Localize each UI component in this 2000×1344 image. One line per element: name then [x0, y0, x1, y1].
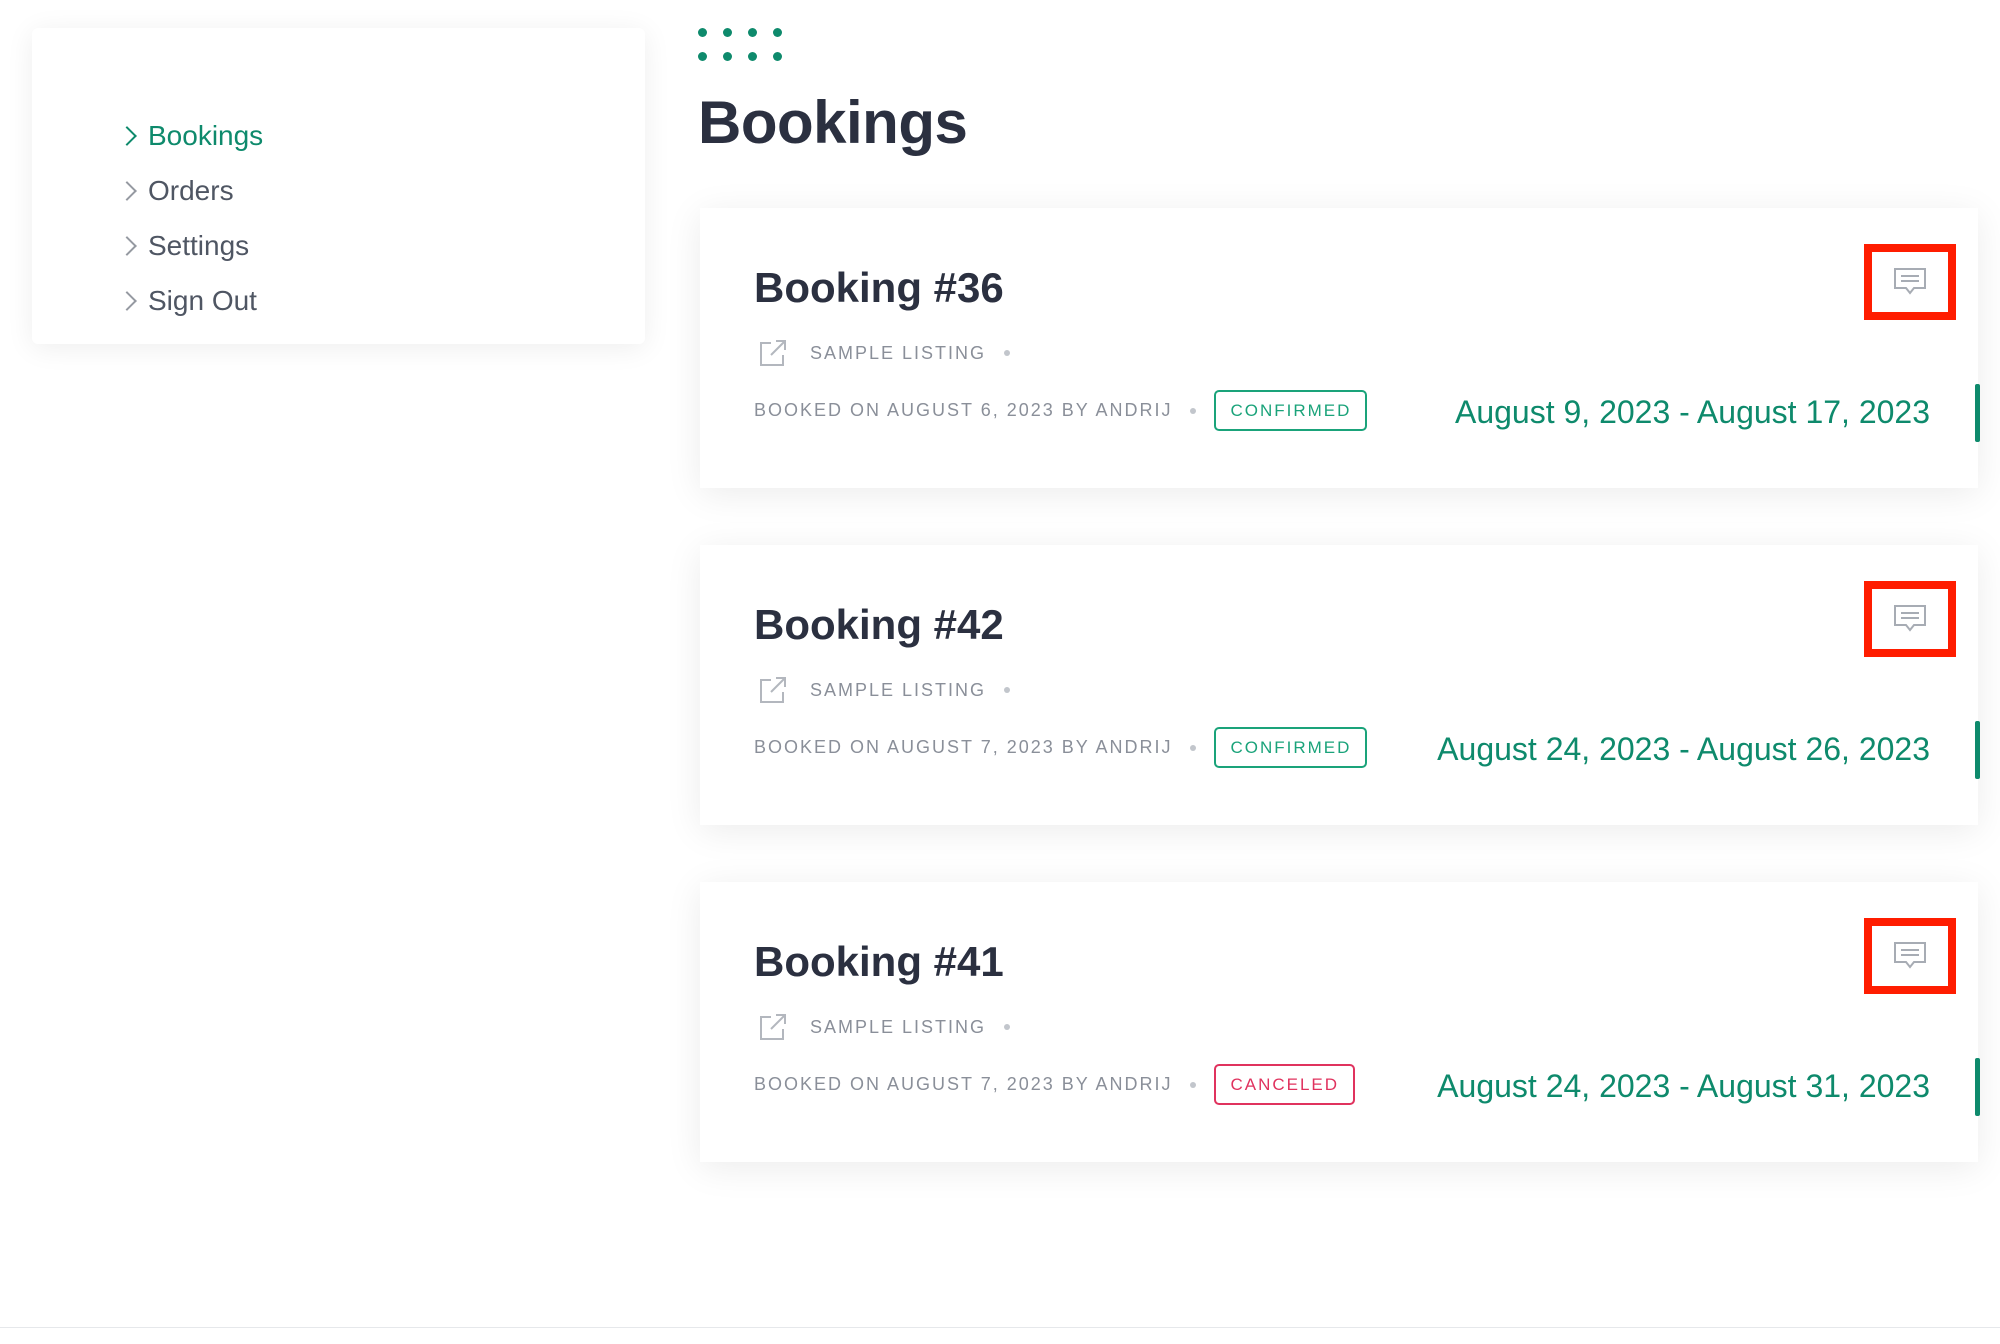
accent-bar — [1975, 721, 1980, 779]
page: Bookings Orders Settings Sign Out Bookin… — [0, 0, 2000, 1344]
booking-title: Booking #36 — [754, 264, 1004, 311]
booked-on-text: BOOKED ON AUGUST 6, 2023 BY ANDRIJ — [754, 400, 1173, 420]
sidebar-item-bookings[interactable]: Bookings — [117, 108, 264, 163]
message-icon — [1894, 942, 1926, 969]
sidebar-item-label: Sign Out — [148, 284, 257, 316]
status-badge: CANCELED — [1214, 1064, 1356, 1105]
accent-bar — [1975, 384, 1980, 442]
status-badge: CONFIRMED — [1214, 390, 1368, 431]
booking-meta: BOOKED ON AUGUST 7, 2023 BY ANDRIJ CANCE… — [754, 1064, 1356, 1105]
message-button[interactable] — [1864, 581, 1956, 657]
external-link-icon[interactable] — [758, 338, 788, 368]
separator-dot — [1004, 687, 1011, 693]
booking-meta: BOOKED ON AUGUST 6, 2023 BY ANDRIJ CONFI… — [754, 390, 1368, 431]
chevron-right-icon — [117, 125, 137, 146]
booking-card: Booking #41 SAMPLE LISTING BOOKED ON AUG… — [700, 882, 1980, 1162]
page-title: Bookings — [698, 89, 968, 156]
footer-divider — [0, 1327, 2000, 1328]
date-range: August 24, 2023 - August 31, 2023 — [1437, 1068, 1930, 1104]
chevron-right-icon — [117, 180, 137, 201]
status-badge: CONFIRMED — [1214, 727, 1368, 768]
chevron-right-icon — [117, 290, 137, 311]
separator-dot — [1004, 1024, 1011, 1030]
listing-row: SAMPLE LISTING — [758, 675, 1028, 705]
decorative-dots — [698, 28, 782, 64]
sidebar-item-settings[interactable]: Settings — [117, 218, 263, 273]
external-link-icon[interactable] — [758, 1012, 788, 1042]
date-range: August 9, 2023 - August 17, 2023 — [1454, 394, 1930, 430]
chevron-right-icon — [117, 235, 137, 256]
date-range: August 24, 2023 - August 26, 2023 — [1437, 731, 1930, 767]
listing-link[interactable]: SAMPLE LISTING — [810, 343, 986, 364]
listing-link[interactable]: SAMPLE LISTING — [810, 680, 986, 701]
accent-bar — [1975, 1058, 1980, 1116]
booking-card: Booking #36 SAMPLE LISTING BOOKED ON AUG… — [700, 208, 1980, 488]
separator-dot — [1190, 744, 1197, 751]
sidebar-menu: Bookings Orders Settings Sign Out — [117, 108, 264, 328]
booked-on-text: BOOKED ON AUGUST 7, 2023 BY ANDRIJ — [754, 1074, 1173, 1094]
message-button[interactable] — [1864, 244, 1956, 320]
message-button[interactable] — [1864, 918, 1956, 994]
message-icon — [1894, 605, 1926, 632]
booking-meta: BOOKED ON AUGUST 7, 2023 BY ANDRIJ CONFI… — [754, 727, 1368, 768]
listing-link[interactable]: SAMPLE LISTING — [810, 1017, 986, 1038]
external-link-icon[interactable] — [758, 675, 788, 705]
separator-dot — [1190, 407, 1197, 414]
sidebar-item-label: Bookings — [148, 119, 264, 151]
sidebar-item-orders[interactable]: Orders — [117, 163, 263, 218]
booking-title: Booking #42 — [754, 601, 1004, 648]
booking-title: Booking #41 — [754, 938, 1004, 985]
sidebar: Bookings Orders Settings Sign Out — [32, 28, 645, 344]
separator-dot — [1190, 1081, 1197, 1088]
sidebar-item-label: Settings — [148, 229, 250, 261]
message-icon — [1894, 268, 1926, 295]
sidebar-item-sign-out[interactable]: Sign Out — [117, 273, 263, 328]
booking-card: Booking #42 SAMPLE LISTING BOOKED ON AUG… — [700, 545, 1980, 825]
booked-on-text: BOOKED ON AUGUST 7, 2023 BY ANDRIJ — [754, 737, 1173, 757]
listing-row: SAMPLE LISTING — [758, 338, 1028, 368]
separator-dot — [1004, 350, 1011, 356]
sidebar-item-label: Orders — [148, 174, 234, 206]
listing-row: SAMPLE LISTING — [758, 1012, 1028, 1042]
